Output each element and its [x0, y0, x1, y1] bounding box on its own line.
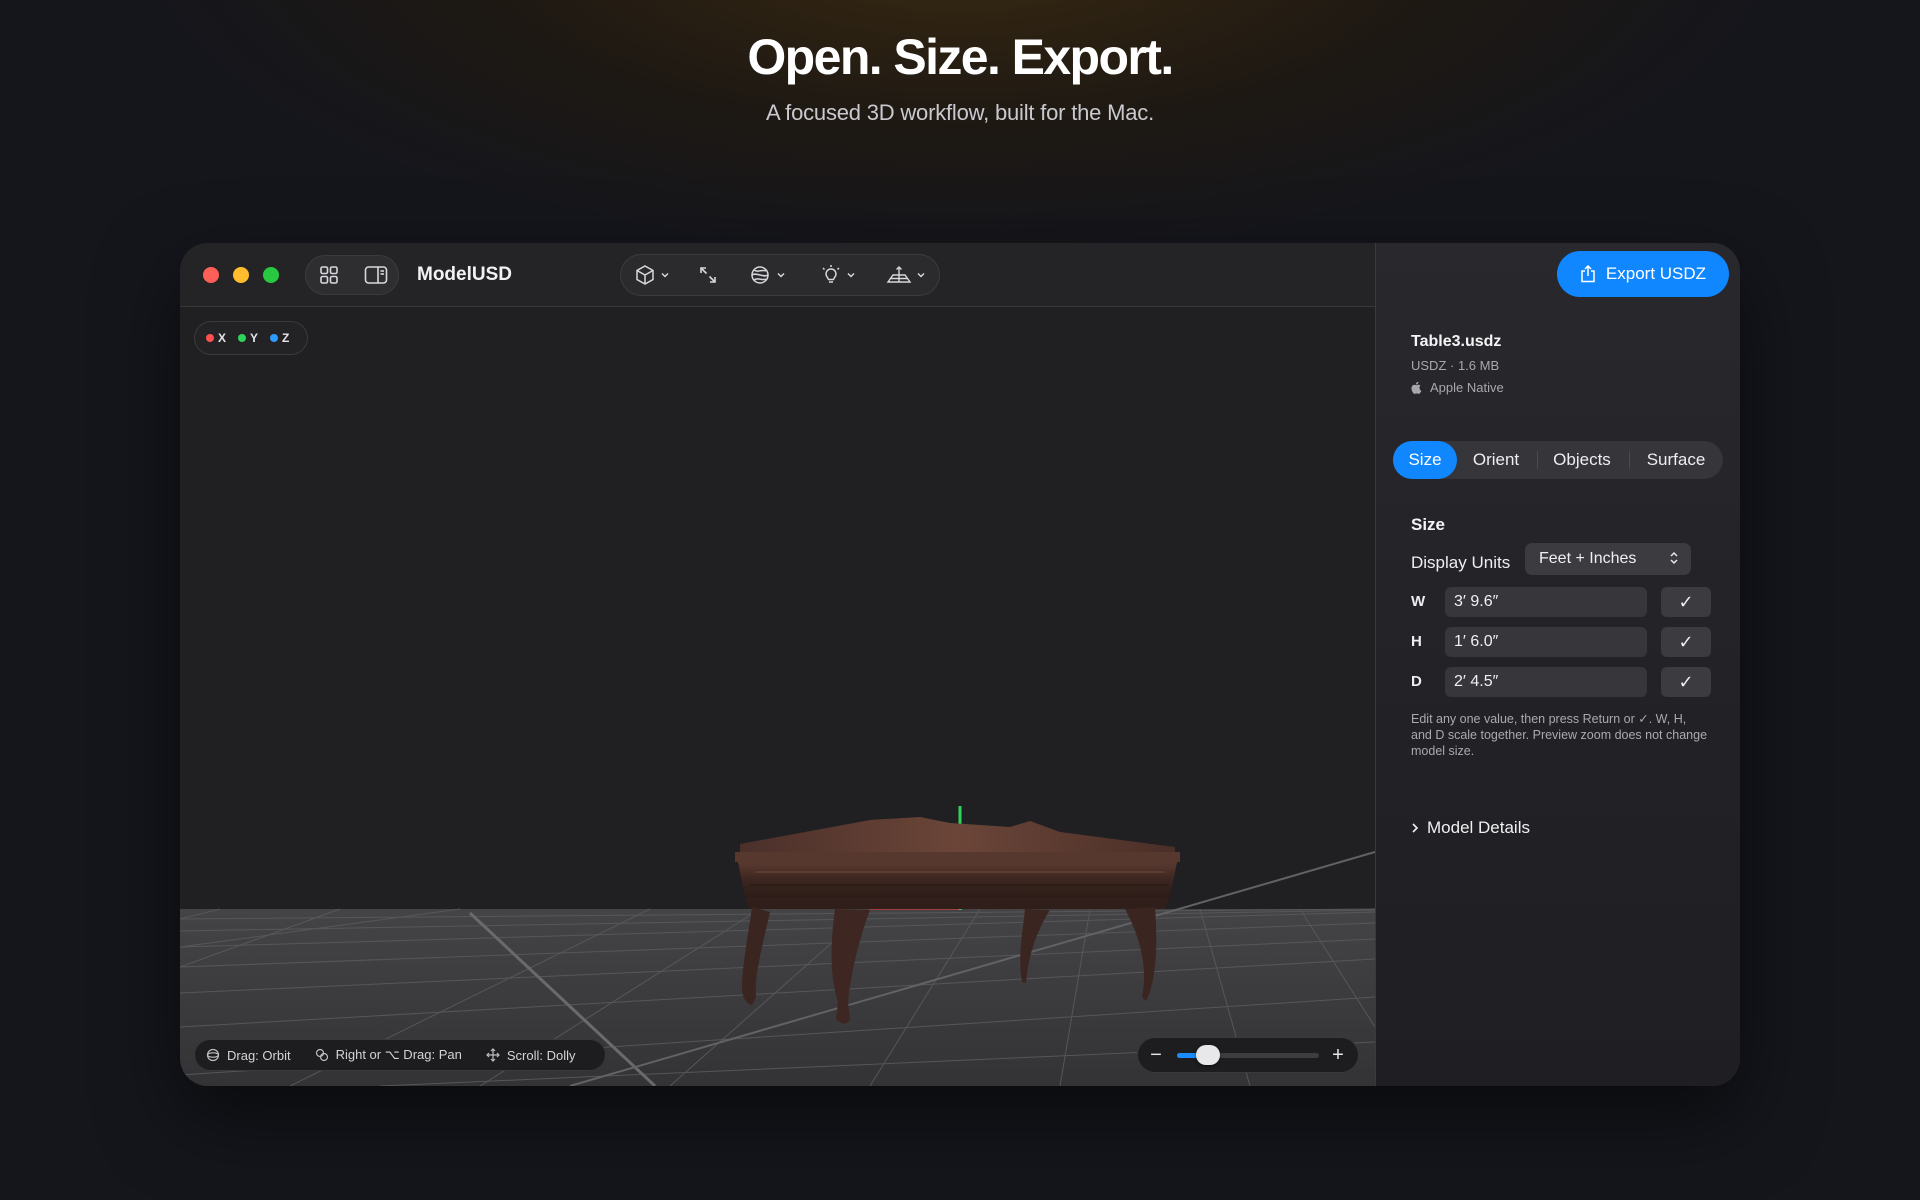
chevron-down-icon — [917, 272, 925, 278]
width-field[interactable]: 3′ 9.6″ — [1445, 587, 1647, 617]
floor-grid-menu[interactable] — [886, 254, 926, 296]
hint-pan: Right or ⌥ Drag: Pan — [315, 1047, 462, 1063]
model-details-disclosure[interactable]: Model Details — [1411, 818, 1530, 838]
width-label: W — [1411, 593, 1426, 610]
depth-row: D 2′ 4.5″ ✓ — [1411, 667, 1711, 697]
app-window: ModelUSD X Y Z Drag: Orbit Right or ⌥ Dr… — [180, 243, 1740, 1086]
depth-apply-button[interactable]: ✓ — [1661, 667, 1711, 697]
file-name: Table3.usdz — [1411, 333, 1502, 350]
zoom-out-button[interactable]: − — [1141, 1037, 1171, 1073]
navigation-hints: Drag: Orbit Right or ⌥ Drag: Pan Scroll:… — [194, 1039, 606, 1071]
axis-legend: X Y Z — [194, 321, 308, 355]
size-help-text: Edit any one value, then press Return or… — [1411, 712, 1708, 758]
resize-icon — [700, 267, 716, 283]
file-meta: USDZ · 1.6 MB — [1411, 358, 1500, 373]
tab-size[interactable]: Size — [1393, 441, 1457, 479]
display-mode-menu[interactable] — [634, 254, 670, 296]
height-row: H 1′ 6.0″ ✓ — [1411, 627, 1711, 657]
light-icon — [822, 265, 840, 283]
fit-to-view-button[interactable] — [698, 254, 718, 296]
width-apply-button[interactable]: ✓ — [1661, 587, 1711, 617]
display-units-select[interactable]: Feet + Inches — [1525, 543, 1691, 575]
height-label: H — [1411, 633, 1422, 650]
axis-y: Y — [238, 331, 258, 345]
chevron-down-icon — [847, 272, 855, 278]
axis-y-dot — [238, 334, 247, 342]
checkmark-icon: ✓ — [1678, 591, 1694, 612]
orbit-icon — [206, 1048, 220, 1062]
tab-separator — [1537, 451, 1538, 469]
floor-grid-icon — [886, 266, 912, 283]
depth-field[interactable]: 2′ 4.5″ — [1445, 667, 1647, 697]
material-icon — [751, 266, 769, 284]
pan-icon — [315, 1048, 328, 1062]
axis-z: Z — [270, 331, 289, 345]
tab-separator — [1629, 451, 1630, 469]
chevron-down-icon — [661, 272, 669, 278]
share-icon — [1581, 265, 1595, 283]
sidebar-icon — [364, 266, 387, 284]
apple-logo-icon — [1411, 381, 1422, 394]
viewport[interactable]: ModelUSD X Y Z Drag: Orbit Right or ⌥ Dr… — [180, 243, 1375, 1086]
up-down-chevron-icon — [1670, 551, 1678, 565]
height-apply-button[interactable]: ✓ — [1661, 627, 1711, 657]
display-units-label: Display Units — [1411, 553, 1511, 572]
file-info: Table3.usdz USDZ · 1.6 MB Apple Native — [1397, 331, 1715, 399]
checkmark-icon: ✓ — [1678, 671, 1694, 692]
move-icon — [485, 1048, 500, 1062]
cube-icon — [636, 265, 654, 285]
hint-orbit: Drag: Orbit — [206, 1048, 291, 1063]
toolbar: ModelUSD — [180, 243, 1375, 307]
grid-icon — [319, 266, 338, 284]
export-usdz-button[interactable]: Export USDZ — [1557, 251, 1729, 297]
view-toggle-group — [305, 255, 399, 295]
size-panel-title: Size — [1411, 515, 1446, 534]
width-row: W 3′ 9.6″ ✓ — [1411, 587, 1711, 617]
tab-orient[interactable]: Orient — [1459, 441, 1533, 479]
depth-label: D — [1411, 673, 1422, 690]
viewport-tools — [620, 254, 940, 296]
axis-x-dot — [206, 334, 214, 342]
inspector-tabs: Size Orient Objects Surface — [1393, 441, 1723, 479]
sidebar-toggle-button[interactable] — [352, 255, 399, 295]
close-window-button[interactable] — [203, 267, 219, 283]
material-menu[interactable] — [748, 254, 786, 296]
scene-canvas[interactable] — [180, 307, 1375, 1086]
tab-objects[interactable]: Objects — [1539, 441, 1625, 479]
inspector-panel: Export USDZ Table3.usdz USDZ · 1.6 MB Ap… — [1375, 243, 1740, 1086]
grid-view-button[interactable] — [305, 255, 352, 295]
export-usdz-label: Export USDZ — [1605, 264, 1707, 283]
zoom-slider[interactable] — [1177, 1045, 1319, 1065]
chevron-right-icon — [1412, 823, 1419, 833]
chevron-down-icon — [777, 272, 785, 278]
zoom-window-button[interactable] — [263, 267, 279, 283]
zoom-control: − + — [1137, 1037, 1359, 1073]
app-title: ModelUSD — [417, 264, 512, 285]
height-field[interactable]: 1′ 6.0″ — [1445, 627, 1647, 657]
minimize-window-button[interactable] — [233, 267, 249, 283]
zoom-slider-thumb[interactable] — [1196, 1045, 1221, 1065]
checkmark-icon: ✓ — [1678, 631, 1694, 652]
lighting-menu[interactable] — [820, 254, 856, 296]
hero-subtitle: A focused 3D workflow, built for the Mac… — [766, 100, 1154, 125]
axis-x: X — [206, 331, 226, 345]
hint-dolly: Scroll: Dolly — [485, 1048, 575, 1063]
axis-z-dot — [270, 334, 279, 342]
zoom-in-button[interactable]: + — [1323, 1037, 1353, 1073]
file-native-badge: Apple Native — [1411, 380, 1504, 395]
tab-surface[interactable]: Surface — [1631, 441, 1721, 479]
hero-title: Open. Size. Export. — [747, 29, 1174, 85]
